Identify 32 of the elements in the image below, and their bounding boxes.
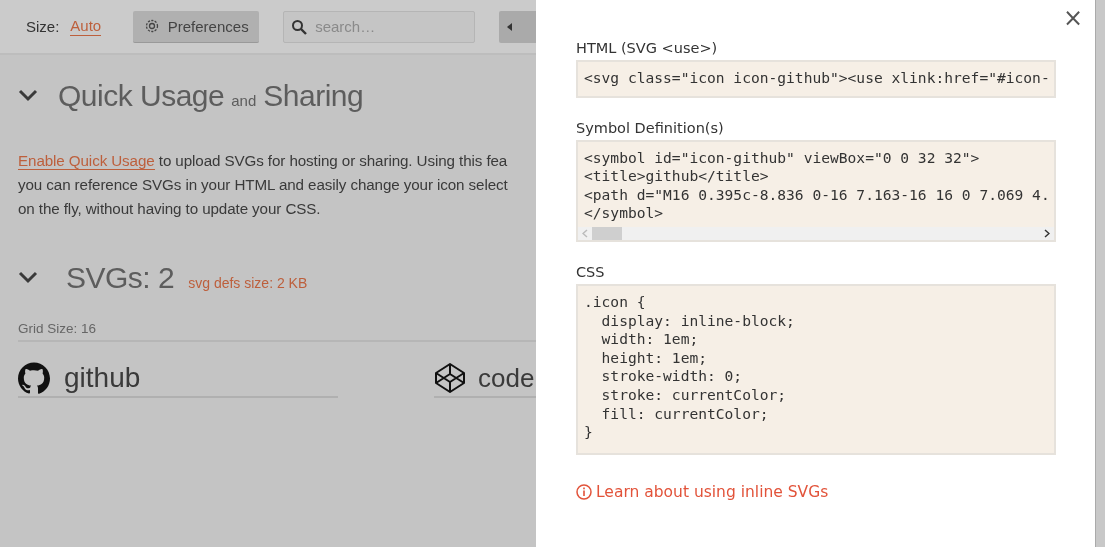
section-title: SVGs: 2 [66, 261, 175, 295]
preferences-button[interactable]: Preferences [133, 10, 260, 43]
code-label: CSS [576, 263, 605, 280]
code-box[interactable]: .icon { display: inline-block; width: 1em; height: 1em; stroke-width: 0; stroke: currentColor; fill: currentColor; } [576, 283, 1056, 455]
chevron-icon[interactable] [18, 88, 40, 104]
info-icon [576, 483, 592, 500]
grid-size-label: Grid Size: 16 [18, 321, 536, 342]
size-label: Size: [26, 18, 60, 35]
toolbar-button[interactable] [499, 10, 536, 43]
scroll-left-icon[interactable] [582, 228, 588, 238]
github-logo-icon [18, 362, 50, 394]
gear-icon [143, 18, 160, 34]
defs-size-text: svg defs size: 2 KB [188, 275, 308, 291]
arrow-icon [505, 21, 514, 32]
cube-outline-icon [434, 362, 466, 394]
description-text: Enable Quick Usage to upload SVGs for hosting or sharing. Using this fea you can reference SVGs in your HTML and easily change your icon select on the fly, without having to update your CSS. [18, 151, 508, 219]
code-text: <symbol id="icon-github" viewBox="0 0 32 32"> <title>github</title> <path d="M16 0.395c-8.836 0-16 7.163-16 16 0 7.069 4. </symbol> [583, 147, 1051, 224]
code-box[interactable]: <svg class="icon icon-github"><use xlink:href="#icon- [576, 60, 1056, 98]
learn-link[interactable]: Learn about using inline SVGs [576, 482, 829, 501]
close-button[interactable]: × [1062, 6, 1083, 30]
code-box[interactable]: <symbol id="icon-github" viewBox="0 0 32 32"> <title>github</title> <path d="M16 0.395c-8.836 0-16 7.163-16 16 0 7.069 4. </symbol> [576, 139, 1056, 242]
chevron-icon[interactable] [18, 270, 40, 286]
scrollbar-thumb[interactable] [592, 226, 622, 240]
code-label: Symbol Definition(s) [576, 119, 724, 136]
section-title: Quick Usage [58, 79, 225, 113]
scroll-right-icon[interactable] [1044, 228, 1050, 238]
code-label: HTML (SVG <use>) [576, 40, 718, 56]
scrollbar[interactable] [578, 226, 1054, 240]
icon-tile[interactable]: github [18, 362, 338, 398]
section-title: Sharing [263, 79, 364, 113]
search-field[interactable]: search… [283, 10, 476, 43]
section-title: and [231, 92, 257, 109]
